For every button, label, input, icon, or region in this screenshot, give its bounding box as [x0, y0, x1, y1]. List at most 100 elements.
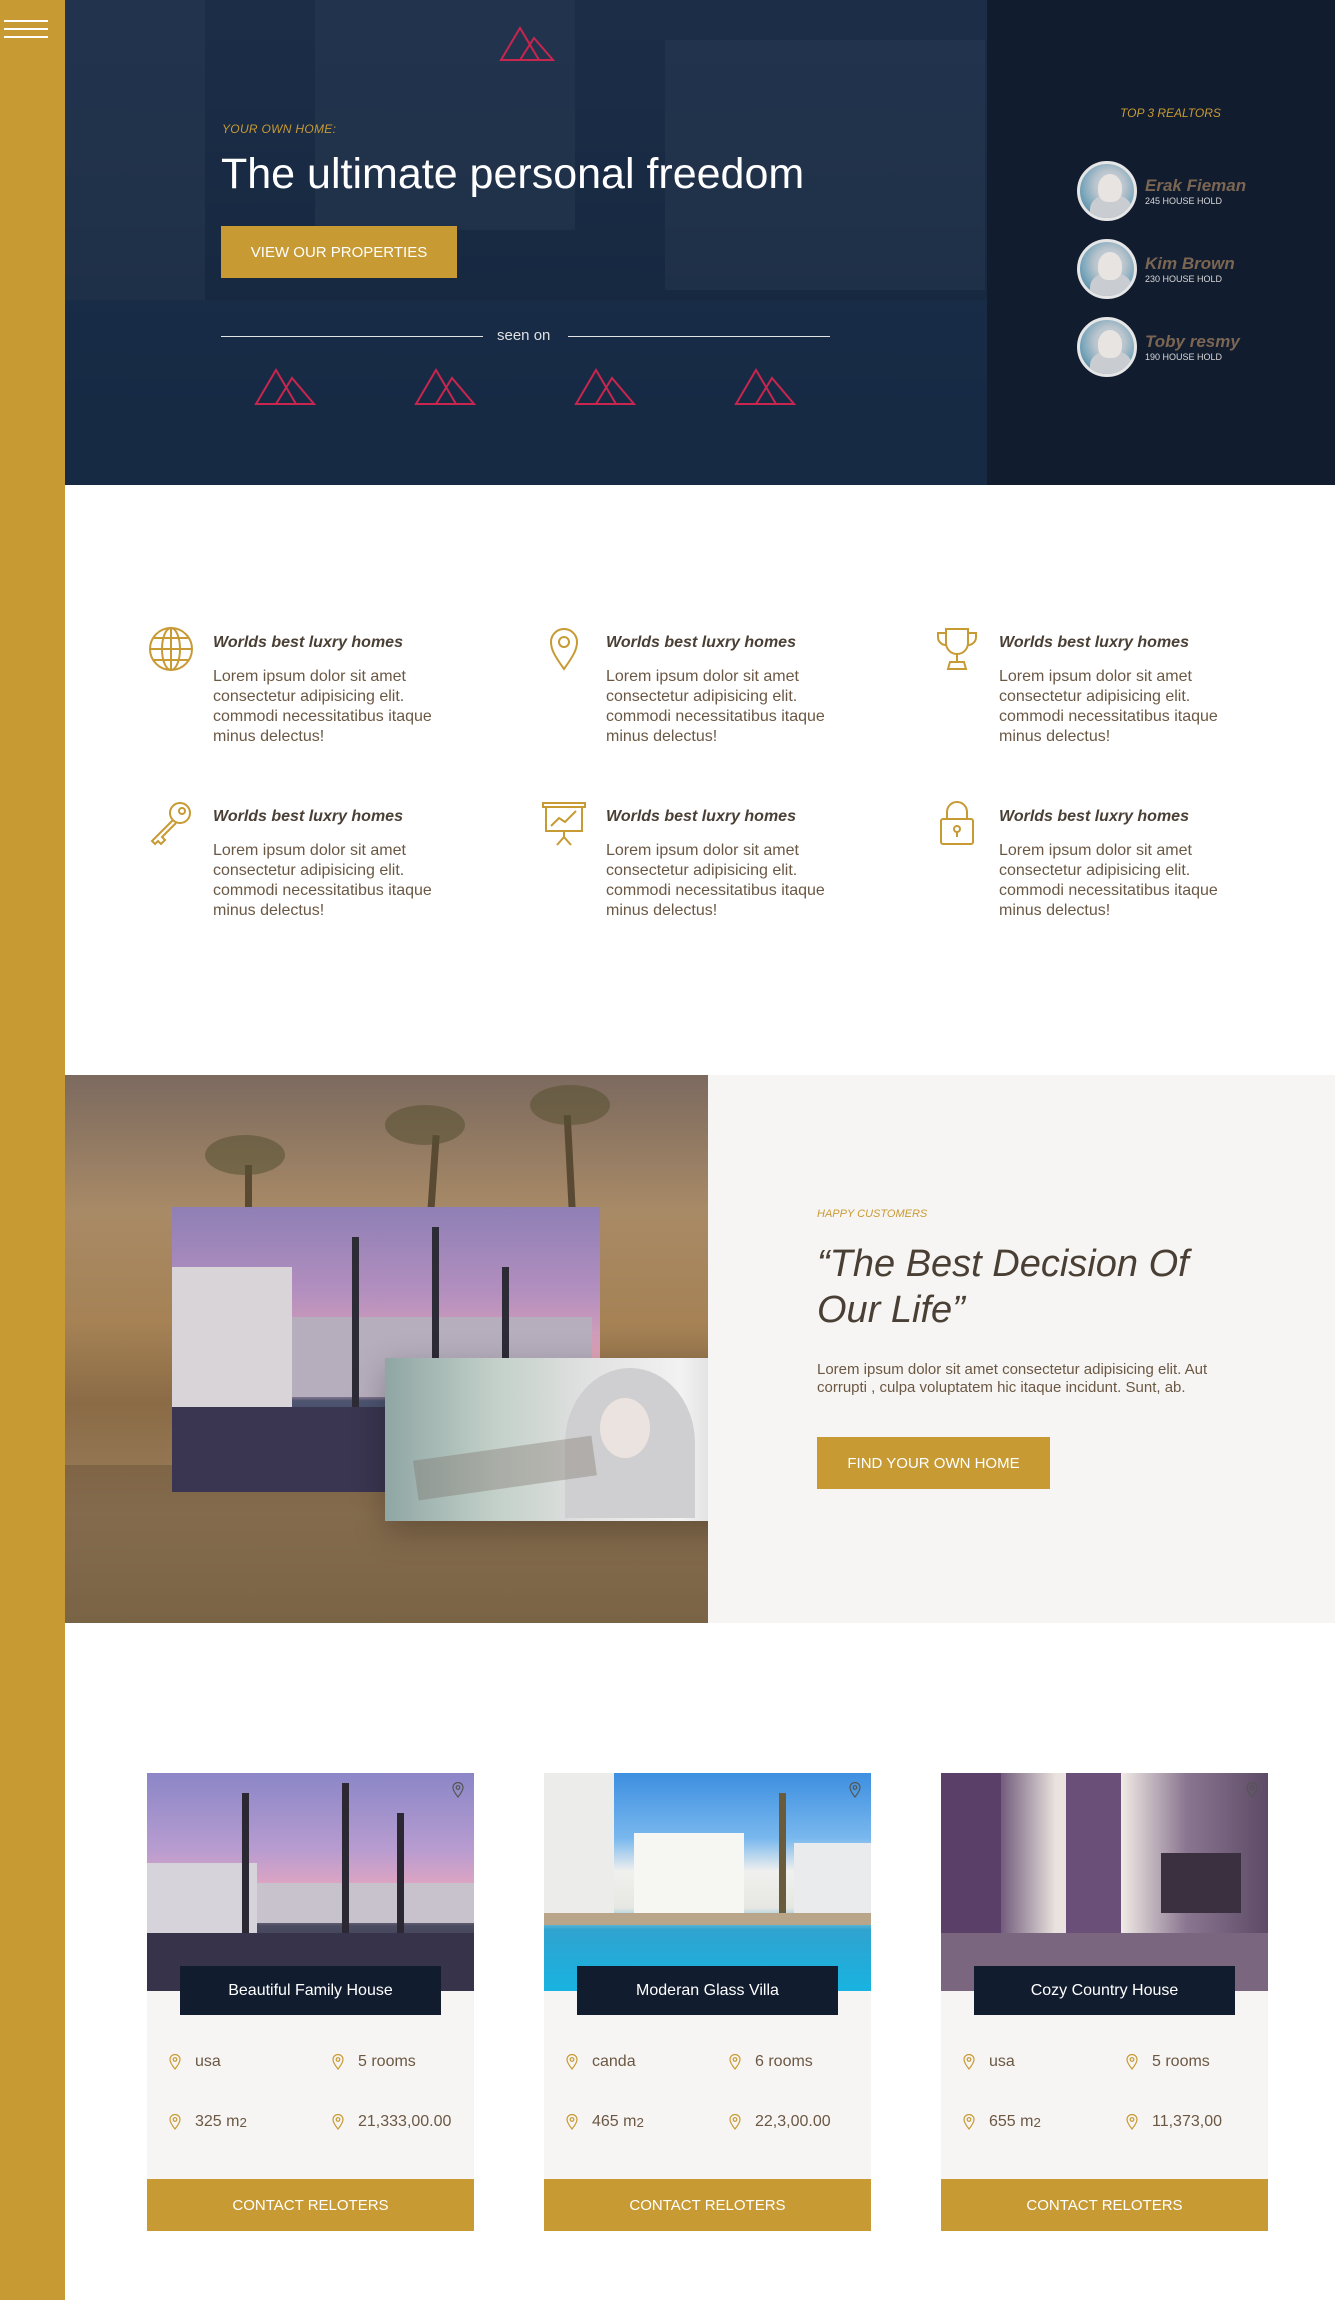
map-pin-icon	[963, 2114, 975, 2130]
map-pin-icon	[1126, 2054, 1138, 2070]
property-title: Cozy Country House	[974, 1966, 1235, 2015]
property-area: 465 m2	[566, 2113, 644, 2131]
realtor-name: Erak Fieman	[1145, 176, 1247, 195]
feature-text: Lorem ipsum dolor sit amet consectetur a…	[999, 842, 1218, 919]
divider	[221, 336, 483, 337]
map-pin-icon	[452, 1782, 464, 1798]
avatar	[1077, 317, 1137, 377]
feature-text: Lorem ipsum dolor sit amet consectetur a…	[213, 842, 432, 919]
feature-item: Worlds best luxry homes Lorem ipsum dolo…	[540, 625, 860, 745]
view-properties-button[interactable]: VIEW OUR PROPERTIES	[221, 226, 457, 278]
property-location-value: usa	[989, 2053, 1015, 2070]
property-image	[544, 1773, 871, 1991]
contact-realtors-button[interactable]: CONTACT RELOTERS	[941, 2179, 1268, 2231]
property-price: 21,333,00.00	[332, 2113, 451, 2131]
testimonial-body: Lorem ipsum dolor sit amet consectetur a…	[817, 1361, 1208, 1396]
feature-text: Lorem ipsum dolor sit amet consectetur a…	[606, 842, 825, 919]
feature-text: Lorem ipsum dolor sit amet consectetur a…	[999, 668, 1218, 745]
property-rooms: 5 rooms	[1126, 2053, 1210, 2071]
sidebar	[0, 0, 65, 2300]
map-pin-icon	[566, 2114, 578, 2130]
map-pin-icon	[1126, 2114, 1138, 2130]
hero-eyebrow: YOUR OWN HOME:	[222, 122, 337, 136]
realtors-title: TOP 3 REALTORS	[1120, 106, 1221, 120]
property-card: Cozy Country House usa 5 rooms 655 m2 11…	[941, 1773, 1268, 2231]
contact-realtors-button[interactable]: CONTACT RELOTERS	[544, 2179, 871, 2231]
property-price: 22,3,00.00	[729, 2113, 831, 2131]
customer-photo	[385, 1358, 755, 1521]
feature-text: Lorem ipsum dolor sit amet consectetur a…	[606, 668, 825, 745]
realtor-household-count: 230 HOUSE HOLD	[1145, 274, 1223, 284]
map-pin-icon	[566, 2054, 578, 2070]
hamburger-menu-icon[interactable]	[4, 20, 48, 42]
feature-item: Worlds best luxry homes Lorem ipsum dolo…	[147, 799, 467, 919]
key-icon	[150, 802, 191, 846]
property-location: usa	[963, 2053, 1015, 2071]
realtor-household-count: 245 HOUSE HOLD	[1145, 196, 1223, 206]
hero-title: The ultimate personal freedom	[221, 150, 805, 198]
map-pin-icon	[849, 1782, 861, 1798]
feature-item: Worlds best luxry homes Lorem ipsum dolo…	[540, 799, 860, 919]
testimonial-eyebrow: HAPPY CUSTOMERS	[817, 1208, 928, 1220]
area-unit-superscript: 2	[636, 2114, 644, 2130]
property-location: usa	[169, 2053, 221, 2071]
property-price-value: 11,373,00	[1152, 2113, 1222, 2130]
property-location: canda	[566, 2053, 636, 2071]
seen-on-label: seen on	[497, 327, 551, 344]
feature-title: Worlds best luxry homes	[999, 808, 1189, 825]
top-realtors-panel: TOP 3 REALTORS Erak Fieman 245 HOUSE HOL…	[987, 0, 1335, 485]
property-card: Beautiful Family House usa 5 rooms 325 m…	[147, 1773, 474, 2231]
property-rooms: 5 rooms	[332, 2053, 416, 2071]
property-area-value: 655 m	[989, 2113, 1034, 2130]
property-rooms: 6 rooms	[729, 2053, 813, 2071]
hero-section: YOUR OWN HOME: The ultimate personal fre…	[65, 0, 987, 485]
contact-realtors-button[interactable]: CONTACT RELOTERS	[147, 2179, 474, 2231]
press-logo-icon	[734, 368, 797, 405]
property-location-value: canda	[592, 2053, 636, 2070]
area-unit-superscript: 2	[1033, 2114, 1041, 2130]
feature-text: Lorem ipsum dolor sit amet consectetur a…	[213, 668, 432, 745]
realtor-item[interactable]: Kim Brown 230 HOUSE HOLD	[1077, 239, 1317, 301]
feature-title: Worlds best luxry homes	[213, 808, 403, 825]
press-logo-icon	[254, 368, 317, 405]
property-area: 325 m2	[169, 2113, 247, 2131]
feature-title: Worlds best luxry homes	[606, 808, 796, 825]
property-title: Beautiful Family House	[180, 1966, 441, 2015]
map-pin-icon	[332, 2054, 344, 2070]
realtor-household-count: 190 HOUSE HOLD	[1145, 352, 1223, 362]
realtor-item[interactable]: Toby resmy 190 HOUSE HOLD	[1077, 317, 1317, 379]
realtor-name: Kim Brown	[1145, 254, 1235, 273]
property-area-value: 465 m	[592, 2113, 637, 2130]
property-price: 11,373,00	[1126, 2113, 1222, 2131]
property-rooms-value: 5 rooms	[1152, 2053, 1210, 2070]
press-logo-icon	[414, 368, 477, 405]
presentation-chart-icon	[542, 802, 586, 846]
feature-item: Worlds best luxry homes Lorem ipsum dolo…	[933, 625, 1253, 745]
feature-item: Worlds best luxry homes Lorem ipsum dolo…	[933, 799, 1253, 919]
testimonial-section: HAPPY CUSTOMERS “The Best Decision Of Ou…	[708, 1075, 1335, 1623]
press-logo-icon	[574, 368, 637, 405]
find-home-button[interactable]: FIND YOUR OWN HOME	[817, 1437, 1050, 1489]
padlock-icon	[940, 801, 974, 845]
map-pin-icon	[963, 2054, 975, 2070]
property-image	[147, 1773, 474, 1991]
property-location-value: usa	[195, 2053, 221, 2070]
property-card: Moderan Glass Villa canda 6 rooms 465 m2…	[544, 1773, 871, 2231]
brand-logo-icon[interactable]	[498, 20, 556, 62]
realtor-item[interactable]: Erak Fieman 245 HOUSE HOLD	[1077, 161, 1317, 223]
feature-title: Worlds best luxry homes	[213, 634, 403, 651]
area-unit-superscript: 2	[239, 2114, 247, 2130]
avatar	[1077, 161, 1137, 221]
divider	[568, 336, 830, 337]
feature-title: Worlds best luxry homes	[999, 634, 1189, 651]
map-pin-icon	[332, 2114, 344, 2130]
realtor-name: Toby resmy	[1145, 332, 1240, 351]
feature-item: Worlds best luxry homes Lorem ipsum dolo…	[147, 625, 467, 745]
map-pin-icon	[169, 2114, 181, 2130]
property-rooms-value: 5 rooms	[358, 2053, 416, 2070]
feature-title: Worlds best luxry homes	[606, 634, 796, 651]
map-pin-icon	[729, 2114, 741, 2130]
property-image	[941, 1773, 1268, 1991]
map-pin-icon	[729, 2054, 741, 2070]
globe-icon	[149, 627, 193, 671]
